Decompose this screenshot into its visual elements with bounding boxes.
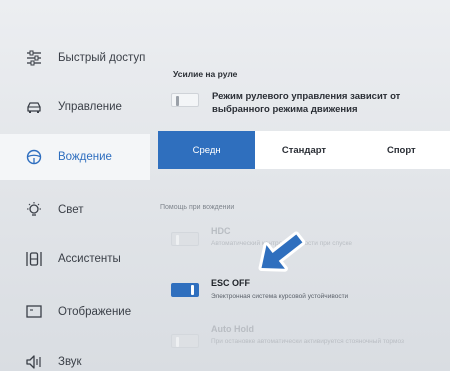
mode-standard-button[interactable]: Стандарт (255, 131, 352, 169)
light-bulb-icon (25, 201, 43, 219)
sliders-icon (25, 49, 43, 67)
toggle-knob (176, 337, 179, 347)
steering-mode-selector: Средн Стандарт Спорт (158, 131, 450, 169)
driving-settings-panel: Усилие на руле Режим рулевого управления… (150, 0, 450, 371)
car-icon (25, 98, 43, 116)
sidebar: Быстрый доступ Управление Вождение Свет … (0, 0, 150, 371)
sidebar-item-label: Звук (58, 356, 82, 368)
sidebar-item-label: Управление (58, 101, 122, 113)
hdc-toggle[interactable] (171, 232, 199, 246)
steering-mode-toggle[interactable] (171, 93, 199, 107)
mode-medium-button[interactable]: Средн (158, 131, 256, 169)
toggle-knob (191, 285, 194, 295)
settings-screen: Быстрый доступ Управление Вождение Свет … (0, 0, 450, 371)
esc-off-title: ESC OFF (211, 278, 251, 288)
sidebar-item-label: Отображение (58, 306, 132, 318)
sidebar-item-label: Свет (58, 204, 84, 216)
speaker-icon (25, 353, 43, 371)
driver-assist-icon (25, 250, 43, 268)
auto-hold-toggle[interactable] (171, 334, 199, 348)
esc-off-description: Электронная система курсовой устойчивост… (211, 293, 349, 300)
esc-off-toggle[interactable] (171, 283, 199, 297)
display-icon (25, 303, 43, 321)
auto-hold-title: Auto Hold (211, 324, 254, 334)
sidebar-item-assistants[interactable]: Ассистенты (0, 236, 150, 282)
steering-effort-title: Усилие на руле (173, 69, 238, 79)
toggle-knob (176, 235, 179, 245)
sidebar-item-sound[interactable]: Звук (0, 339, 150, 371)
sidebar-item-label: Быстрый доступ (58, 52, 146, 64)
sidebar-item-driving[interactable]: Вождение (0, 134, 150, 180)
sidebar-item-light[interactable]: Свет (0, 187, 150, 233)
driving-assist-title: Помощь при вождении (160, 204, 235, 211)
toggle-knob (176, 96, 179, 106)
callout-arrow-icon (258, 231, 306, 272)
sidebar-item-label: Вождение (58, 151, 112, 163)
steering-mode-description: Режим рулевого управления зависит от выб… (212, 91, 401, 115)
steering-wheel-icon (25, 148, 43, 166)
sidebar-item-label: Ассистенты (58, 253, 121, 265)
sidebar-item-control[interactable]: Управление (0, 84, 150, 130)
auto-hold-description: При остановке автоматически активируется… (211, 338, 405, 345)
hdc-description: Автоматический контроль скорости при спу… (211, 240, 353, 247)
mode-sport-button[interactable]: Спорт (353, 131, 450, 169)
sidebar-item-quick-access[interactable]: Быстрый доступ (0, 35, 150, 81)
sidebar-item-display[interactable]: Отображение (0, 289, 150, 335)
hdc-title: HDC (211, 226, 231, 236)
